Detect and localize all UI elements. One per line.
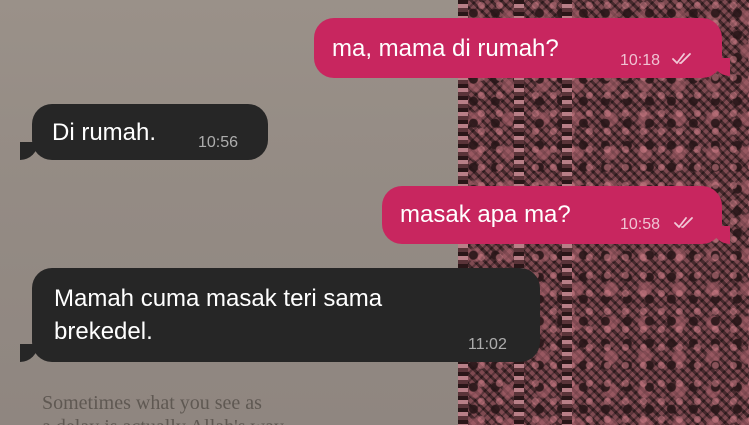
message-list[interactable]: ma, mama di rumah? 10:18 Di rumah. 10:56… [0,0,749,425]
message-bubble[interactable]: Di rumah. 10:56 [32,104,268,160]
message-text-line-2: brekedel. [54,318,153,345]
message-text: ma, mama di rumah? [332,35,559,62]
message-text-line-1: Mamah cuma masak teri sama [54,285,383,312]
double-check-icon [674,217,693,228]
message-time: 10:18 [620,52,661,69]
message-text: Di rumah. [52,119,157,146]
message-text: masak apa ma? [400,201,571,228]
message-bubble[interactable]: masak apa ma? 10:58 [382,186,722,244]
double-check-icon [672,53,691,64]
message-bubble[interactable]: Mamah cuma masak teri sama brekedel. 11:… [32,268,540,362]
message-time: 11:02 [468,336,507,353]
message-bubble[interactable]: ma, mama di rumah? 10:18 [314,18,722,78]
message-time: 10:58 [620,216,661,233]
message-time: 10:56 [198,134,239,151]
